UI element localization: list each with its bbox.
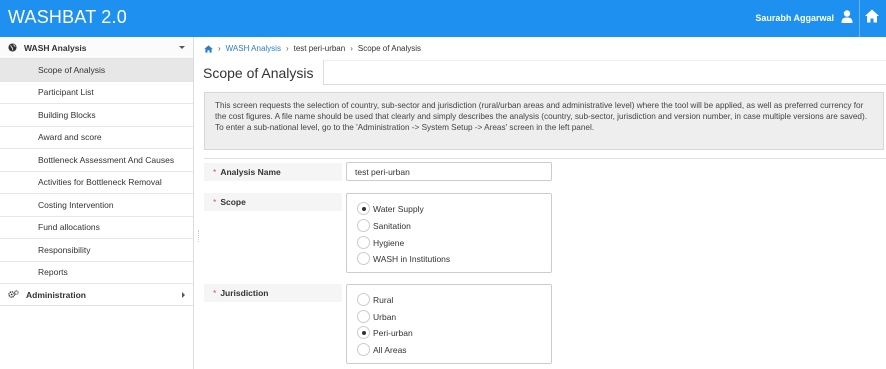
breadcrumb: › WASH Analysis › test peri-urban › Scop…: [204, 44, 421, 53]
sidebar: WASH Analysis Scope of Analysis Particip…: [0, 37, 194, 369]
radio-button[interactable]: [357, 236, 370, 249]
sidebar-item-scope-of-analysis[interactable]: Scope of Analysis: [0, 59, 193, 82]
radio-button[interactable]: [357, 310, 370, 323]
sidebar-item-administration[interactable]: Administration: [0, 284, 193, 306]
sidebar-item-costing-intervention[interactable]: Costing Intervention: [0, 194, 193, 217]
jurisdiction-option-all-areas[interactable]: All Areas: [357, 343, 407, 356]
sidebar-section-label: Administration: [26, 289, 86, 300]
sidebar-resize-handle[interactable]: [198, 230, 200, 242]
breadcrumb-separator: ›: [285, 44, 289, 53]
breadcrumb-current: Scope of Analysis: [357, 44, 422, 53]
radio-button[interactable]: [357, 252, 370, 265]
divider: [204, 158, 886, 159]
jurisdiction-label: * Jurisdiction: [213, 288, 269, 298]
scope-option-sanitation[interactable]: Sanitation: [357, 219, 411, 232]
sidebar-section-label: WASH Analysis: [24, 42, 87, 53]
required-marker: *: [213, 288, 217, 298]
scope-option-wash-in-institutions[interactable]: WASH in Institutions: [357, 252, 450, 265]
radio-button[interactable]: [357, 326, 370, 339]
chevron-down-icon: [179, 46, 185, 49]
required-marker: *: [213, 197, 217, 207]
page-title: Scope of Analysis: [194, 60, 324, 85]
sidebar-item-participant-list[interactable]: Participant List: [0, 82, 193, 104]
sidebar-item-award-and-score[interactable]: Award and score: [0, 127, 193, 149]
jurisdiction-option-urban[interactable]: Urban: [357, 310, 396, 323]
breadcrumb-separator: ›: [218, 44, 221, 53]
radio-button[interactable]: [357, 202, 370, 215]
sidebar-item-activities-bottleneck-removal[interactable]: Activities for Bottleneck Removal: [0, 172, 193, 194]
top-navbar: WASHBAT 2.0 Saurabh Aggarwal: [0, 0, 886, 37]
sidebar-item-building-blocks[interactable]: Building Blocks: [0, 104, 193, 127]
user-icon[interactable]: [840, 9, 854, 25]
globe-icon: [8, 43, 17, 52]
chevron-right-icon: [182, 292, 185, 298]
user-name[interactable]: Saurabh Aggarwal: [755, 13, 834, 23]
info-panel: This screen requests the selection of co…: [204, 92, 884, 150]
sidebar-item-wash-analysis[interactable]: WASH Analysis: [0, 37, 193, 59]
breadcrumb-separator: ›: [350, 44, 353, 53]
radio-button[interactable]: [357, 343, 370, 356]
scope-option-hygiene[interactable]: Hygiene: [357, 236, 404, 249]
page-header: Scope of Analysis: [194, 60, 886, 85]
home-icon[interactable]: [204, 44, 213, 53]
required-marker: *: [213, 167, 217, 177]
home-icon[interactable]: [864, 8, 880, 24]
analysis-name-input[interactable]: test peri-urban: [346, 162, 552, 181]
radio-button[interactable]: [357, 293, 370, 306]
jurisdiction-radio-group: Rural Urban Peri-urban All Areas: [346, 284, 552, 364]
radio-button[interactable]: [357, 219, 370, 232]
sidebar-item-fund-allocations[interactable]: Fund allocations: [0, 217, 193, 239]
breadcrumb-wash-analysis[interactable]: WASH Analysis: [226, 44, 281, 53]
scope-option-water-supply[interactable]: Water Supply: [357, 202, 424, 215]
analysis-name-label: * Analysis Name: [213, 167, 281, 177]
sidebar-item-reports[interactable]: Reports: [0, 262, 193, 284]
cogs-icon: [8, 290, 19, 298]
scope-radio-group: Water Supply Sanitation Hygiene WASH in …: [346, 193, 552, 273]
navbar-divider: [859, 0, 860, 37]
jurisdiction-option-peri-urban[interactable]: Peri-urban: [357, 326, 413, 339]
sidebar-item-bottleneck-assessment[interactable]: Bottleneck Assessment And Causes: [0, 149, 193, 172]
scope-label: * Scope: [213, 197, 246, 207]
breadcrumb-analysis: test peri-urban: [293, 44, 346, 53]
sidebar-item-responsibility[interactable]: Responsibility: [0, 239, 193, 262]
jurisdiction-option-rural[interactable]: Rural: [357, 293, 393, 306]
app-title[interactable]: WASHBAT 2.0: [8, 7, 127, 28]
